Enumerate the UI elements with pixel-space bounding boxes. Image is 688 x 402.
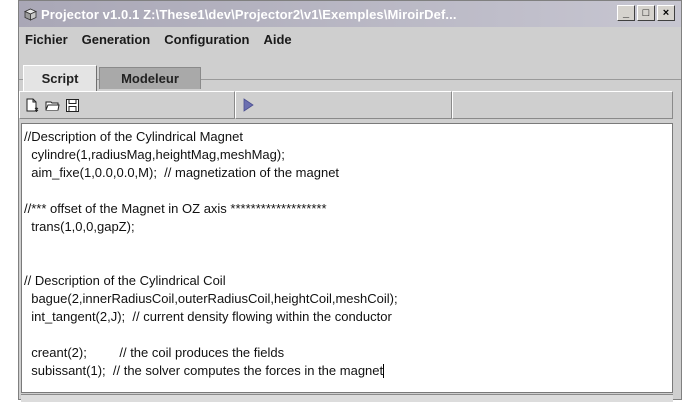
current-line: subissant(1); // the solver computes the…: [24, 362, 672, 380]
code-line: //*** offset of the Magnet in OZ axis **…: [24, 201, 327, 216]
tab-modeleur[interactable]: Modeleur: [99, 67, 201, 89]
menu-configuration[interactable]: Configuration: [164, 32, 249, 47]
app-window: Projector v1.0.1 Z:\These1\dev\Projector…: [18, 0, 682, 402]
menu-aide[interactable]: Aide: [263, 32, 291, 47]
horizontal-scrollbar[interactable]: [21, 394, 673, 402]
code-line: subissant(1); // the solver computes the…: [24, 363, 384, 378]
new-file-icon[interactable]: [24, 97, 40, 113]
code-line: bague(2,innerRadiusCoil,outerRadiusCoil,…: [24, 291, 398, 306]
toolbar-spacer: [452, 91, 673, 119]
save-icon[interactable]: [64, 97, 80, 113]
window-controls: _ □ ×: [617, 5, 675, 21]
code-line: //Description of the Cylindrical Magnet: [24, 129, 243, 144]
tab-strip: Script Modeleur: [19, 53, 681, 91]
tab-script[interactable]: Script: [23, 65, 97, 91]
title-bar[interactable]: Projector v1.0.1 Z:\These1\dev\Projector…: [19, 1, 681, 27]
minimize-button[interactable]: _: [617, 5, 635, 21]
script-editor[interactable]: //Description of the Cylindrical Magnet …: [21, 123, 673, 393]
open-folder-icon[interactable]: [44, 97, 60, 113]
code-line: int_tangent(2,J); // current density flo…: [24, 309, 392, 324]
menu-bar: Fichier Generation Configuration Aide: [19, 27, 681, 51]
run-icon[interactable]: [240, 97, 256, 113]
close-button[interactable]: ×: [657, 5, 675, 21]
run-group: [235, 91, 452, 119]
file-actions-group: [19, 91, 235, 119]
app-cube-icon: [23, 7, 37, 21]
window-title: Projector v1.0.1 Z:\These1\dev\Projector…: [41, 6, 457, 22]
menu-generation[interactable]: Generation: [82, 32, 151, 47]
text-caret: [383, 364, 385, 378]
code-line: aim_fixe(1,0.0,0.0,M); // magnetization …: [24, 165, 340, 180]
code-line: cylindre(1,radiusMag,heightMag,meshMag);: [24, 147, 285, 162]
toolbar: [19, 91, 681, 121]
code-line: creant(2); // the coil produces the fiel…: [24, 345, 285, 360]
menu-fichier[interactable]: Fichier: [25, 32, 68, 47]
maximize-button[interactable]: □: [637, 5, 655, 21]
code-line: // Description of the Cylindrical Coil: [24, 273, 226, 288]
code-line: trans(1,0,0,gapZ);: [24, 219, 135, 234]
